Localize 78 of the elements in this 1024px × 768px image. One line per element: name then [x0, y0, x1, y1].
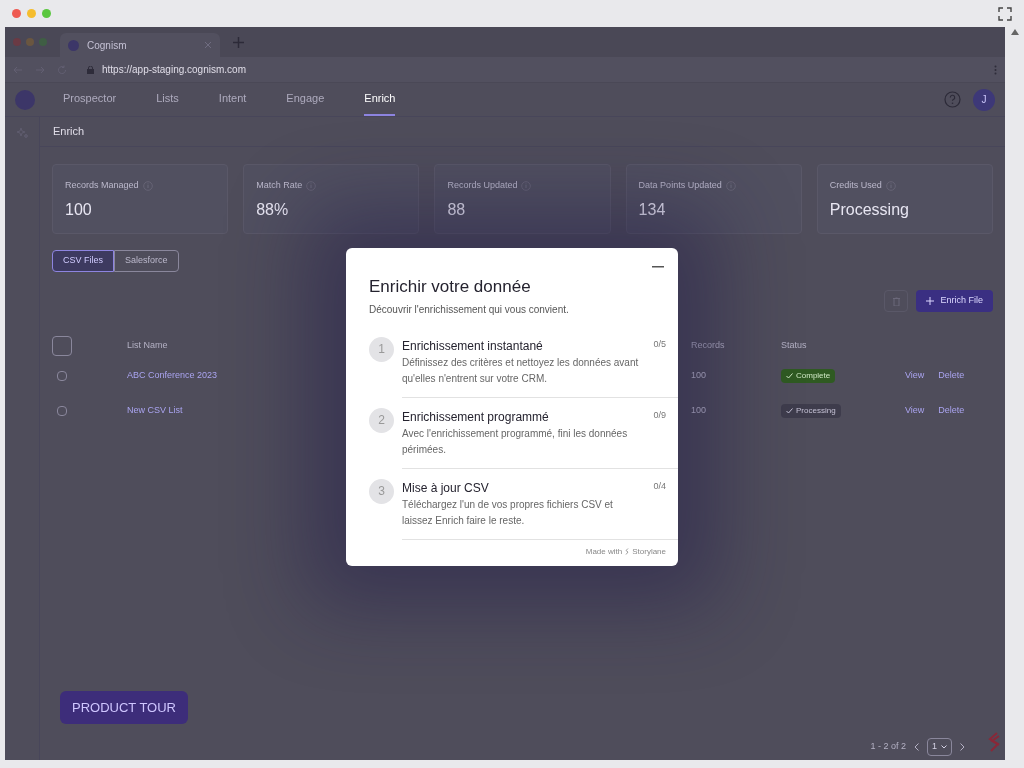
fullscreen-icon[interactable] — [998, 6, 1012, 21]
step-item[interactable]: 1 Enrichissement instantané Définissez des critères et nettoyez les données avant qu'elles n'entrent sur votre CRM. 0/5 — [346, 326, 678, 398]
stat-value: Processing — [829, 199, 910, 220]
logo-icon — [68, 39, 79, 51]
help-icon[interactable] — [944, 91, 961, 108]
select-all-checkbox[interactable] — [52, 336, 72, 356]
stat-label: Match Rate — [256, 179, 303, 192]
trash-icon — [893, 296, 900, 306]
modal-title: Enrichir votre donnée — [369, 276, 532, 298]
step-counter: 0/5 — [653, 337, 667, 351]
stat-label: Data Points Updated — [638, 179, 722, 192]
stat-value: 100 — [65, 199, 93, 220]
next-page-icon[interactable] — [960, 743, 965, 751]
source-tab[interactable]: CSV Files — [52, 250, 114, 272]
nav-tab[interactable]: Intent — [218, 83, 247, 116]
source-tab[interactable]: Salesforce — [114, 250, 179, 272]
step-description: Téléchargez l'un de vos propres fichiers CSV et laissez Enrich faire le reste. — [402, 497, 614, 528]
column-header: Status — [781, 340, 807, 351]
nav-tab[interactable]: Enrich — [364, 83, 396, 116]
row-action-link[interactable]: Delete — [938, 404, 965, 418]
column-header: Records — [691, 340, 725, 351]
step-item[interactable]: 3 Mise à jour CSV Téléchargez l'un de vos propres fichiers CSV et laissez Enrich faire le reste. 0/4 — [346, 468, 678, 540]
caret-icon — [941, 745, 947, 749]
row-action-link[interactable]: View — [905, 369, 925, 383]
step-number: 2 — [369, 407, 394, 433]
step-number: 3 — [369, 478, 394, 504]
lock-icon — [87, 65, 94, 74]
status-badge: Complete — [781, 368, 836, 383]
more-icon[interactable] — [994, 64, 997, 75]
brand-label: Storylane — [632, 545, 666, 558]
browser-tab[interactable]: Cognism — [60, 33, 220, 57]
status-badge: Processing — [781, 403, 841, 418]
stat-label: Records Managed — [65, 179, 139, 192]
step-item[interactable]: 2 Enrichissement programmé Avec l'enrichissement programmé, fini les données périmées. 0/9 — [346, 397, 678, 469]
enrich-file-button[interactable]: Enrich File — [916, 290, 993, 312]
nav-tab[interactable]: Lists — [156, 83, 179, 116]
previous-page-icon[interactable] — [914, 743, 919, 751]
stat-value: 134 — [638, 199, 667, 220]
step-title: Enrichissement instantané — [402, 337, 544, 355]
column-header: List Name — [127, 340, 168, 351]
step-counter: 0/4 — [653, 479, 667, 493]
row-action-link[interactable]: View — [905, 404, 925, 418]
step-counter: 0/9 — [653, 408, 667, 422]
plus-icon — [926, 297, 935, 305]
nav-tab[interactable]: Engage — [286, 83, 325, 116]
stat-value: 88 — [447, 199, 467, 220]
scroll-up-icon[interactable] — [1010, 29, 1019, 35]
close-icon[interactable] — [204, 41, 212, 49]
delete-button[interactable] — [884, 290, 909, 312]
storylane-icon — [625, 548, 630, 555]
made-with-label: Made with — [585, 545, 623, 558]
stat-label: Credits Used — [829, 179, 882, 192]
new-tab-icon[interactable] — [233, 36, 244, 48]
row-checkbox[interactable] — [57, 406, 67, 416]
minimize-icon[interactable] — [652, 266, 664, 268]
product-tour-button[interactable]: PRODUCT TOUR — [60, 691, 188, 724]
row-action-link[interactable]: Delete — [938, 369, 965, 383]
step-title: Mise à jour CSV — [402, 479, 490, 497]
storylane-logo-icon[interactable] — [987, 732, 1001, 752]
modal-subtitle: Découvrir l'enrichissement qui vous convient. — [369, 302, 570, 317]
records-cell: 100 — [691, 405, 707, 416]
page-select[interactable]: 1 — [927, 738, 952, 756]
user-avatar[interactable]: J — [973, 88, 995, 111]
page-title: Enrich — [53, 124, 85, 140]
step-description: Avec l'enrichissement programmé, fini les données périmées. — [402, 426, 629, 457]
list-name-link[interactable]: New CSV List — [127, 405, 183, 416]
step-description: Définissez des critères et nettoyez les données avant qu'elles n'entrent sur votre CRM. — [402, 355, 640, 386]
records-cell: 100 — [691, 370, 707, 381]
check-icon — [786, 407, 793, 414]
step-title: Enrichissement programmé — [402, 408, 550, 426]
pagination-range: 1 - 2 of 2 — [870, 740, 906, 754]
row-checkbox[interactable] — [57, 371, 67, 381]
stat-value: 88% — [256, 199, 290, 220]
step-number: 1 — [369, 336, 394, 362]
nav-tab[interactable]: Prospector — [63, 83, 117, 116]
list-name-link[interactable]: ABC Conference 2023 — [127, 370, 218, 381]
check-icon — [786, 372, 793, 379]
stat-label: Records Updated — [447, 179, 518, 192]
